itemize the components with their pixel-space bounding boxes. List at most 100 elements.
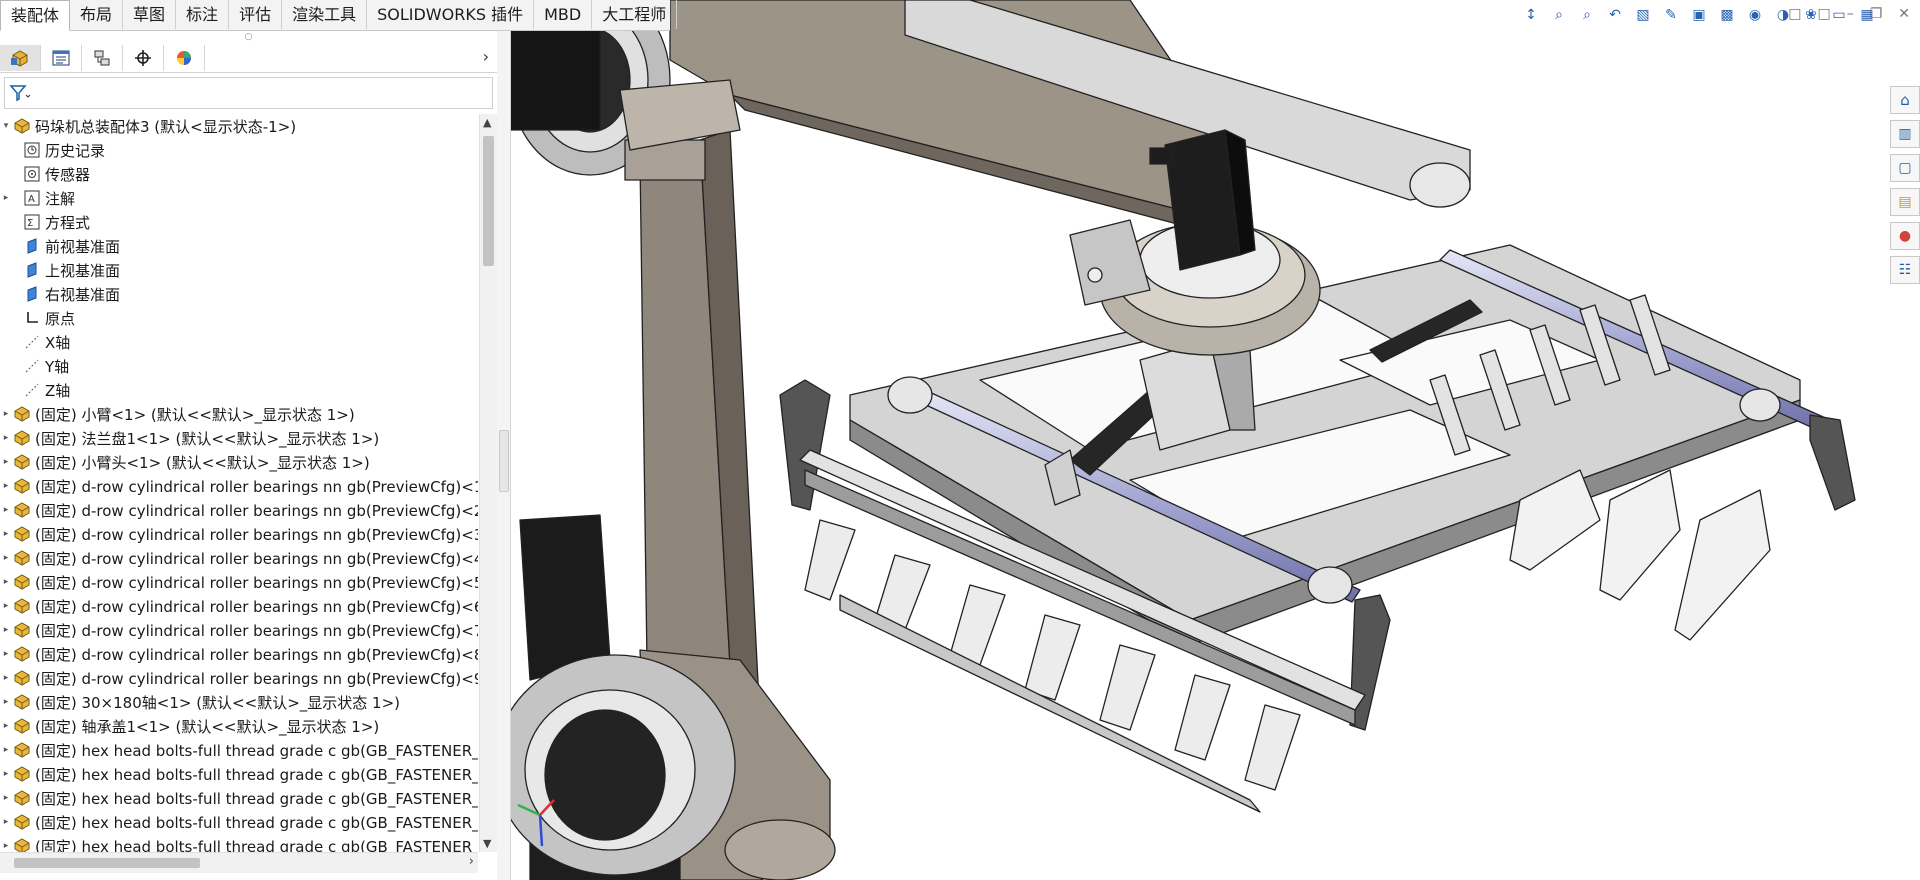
- expand-arrow-icon[interactable]: ▸: [0, 481, 12, 491]
- view-orientation-icon[interactable]: ↕: [1520, 4, 1542, 26]
- tree-item[interactable]: ▸ (固定) d-row cylindrical roller bearings …: [0, 642, 478, 666]
- tree-item[interactable]: ▸ A 注解: [0, 186, 478, 210]
- ribbon-tab-7[interactable]: MBD: [534, 0, 593, 29]
- ribbon-tab-6[interactable]: SOLIDWORKS 插件: [367, 0, 535, 29]
- front-tine[interactable]: [804, 519, 856, 601]
- splitter-handle[interactable]: [499, 430, 509, 492]
- tree-item[interactable]: 原点: [0, 306, 478, 330]
- tree-item[interactable]: ▸ (固定) 小臂<1> (默认<<默认>_显示状态 1>): [0, 402, 478, 426]
- expand-arrow-icon[interactable]: ▸: [0, 601, 12, 611]
- expand-arrow-icon[interactable]: ▸: [0, 745, 12, 755]
- display-manager-tab[interactable]: [164, 45, 205, 71]
- tree-item[interactable]: ▸ (固定) hex head bolts-full thread grade c…: [0, 786, 478, 810]
- tree-item[interactable]: ▸ (固定) d-row cylindrical roller bearings …: [0, 570, 478, 594]
- expand-arrow-icon[interactable]: ▸: [0, 673, 12, 683]
- property-manager-tab[interactable]: [41, 45, 82, 71]
- front-tine[interactable]: [1024, 614, 1081, 701]
- dimxpert-tab[interactable]: [123, 45, 164, 71]
- expand-arrow-icon[interactable]: ▸: [0, 505, 12, 515]
- scroll-up-icon[interactable]: ▲: [483, 116, 491, 129]
- expand-arrow-icon[interactable]: ▸: [0, 409, 12, 419]
- ribbon-tab-0[interactable]: 装配体: [0, 0, 71, 31]
- custom-properties-tab[interactable]: ☷: [1890, 256, 1920, 284]
- resources-tab[interactable]: ⌂: [1890, 86, 1920, 114]
- ribbon-tab-4[interactable]: 评估: [229, 0, 283, 29]
- right-clamp-bracket[interactable]: [1349, 594, 1391, 731]
- tree-horizontal-scrollbar[interactable]: ›: [0, 852, 478, 873]
- tree-item[interactable]: ▸ (固定) hex head bolts-full thread grade c…: [0, 810, 478, 834]
- tree-vertical-scrollbar[interactable]: ▲ ▼: [479, 114, 497, 852]
- tree-item[interactable]: 上视基准面: [0, 258, 478, 282]
- dynamic-annotation-icon[interactable]: ✎: [1660, 4, 1682, 26]
- expand-arrow-icon[interactable]: ▸: [0, 529, 12, 539]
- tree-item[interactable]: ▸ (固定) d-row cylindrical roller bearings …: [0, 522, 478, 546]
- tree-item[interactable]: 历史记录: [0, 138, 478, 162]
- display-style-icon[interactable]: ▩: [1716, 4, 1738, 26]
- hide-show-icon[interactable]: ◉: [1744, 4, 1766, 26]
- tile-right-icon[interactable]: □: [1817, 6, 1830, 22]
- tree-item[interactable]: ▸ (固定) 法兰盘1<1> (默认<<默认>_显示状态 1>): [0, 426, 478, 450]
- panel-tabs-more-chevron-icon[interactable]: ›: [483, 47, 489, 66]
- ribbon-tab-5[interactable]: 渲染工具: [282, 0, 368, 29]
- tree-item[interactable]: Σ 方程式: [0, 210, 478, 234]
- restore-icon[interactable]: ❐: [1870, 6, 1883, 22]
- tree-item[interactable]: ▸ (固定) hex head bolts-full thread grade c…: [0, 738, 478, 762]
- minimize-icon[interactable]: –: [1847, 6, 1854, 22]
- tree-item[interactable]: 前视基准面: [0, 234, 478, 258]
- expand-arrow-icon[interactable]: ▸: [0, 577, 12, 587]
- front-tine[interactable]: [1099, 644, 1156, 731]
- ribbon-tab-3[interactable]: 标注: [176, 0, 230, 29]
- feature-manager-tab[interactable]: [0, 45, 41, 71]
- close-icon[interactable]: ✕: [1898, 6, 1910, 22]
- expand-arrow-icon[interactable]: ▸: [0, 769, 12, 779]
- view-palette-tab[interactable]: ▤: [1890, 188, 1920, 216]
- expand-arrow-icon[interactable]: ▸: [0, 649, 12, 659]
- root-collapse-icon[interactable]: ▾: [0, 121, 12, 131]
- vertical-scroll-thumb[interactable]: [483, 136, 494, 266]
- appearances-tab[interactable]: ●: [1890, 222, 1920, 250]
- tree-item[interactable]: ▸ (固定) 小臂头<1> (默认<<默认>_显示状态 1>): [0, 450, 478, 474]
- panel-splitter[interactable]: [497, 30, 511, 880]
- expand-arrow-icon[interactable]: ▸: [0, 433, 12, 443]
- tree-item[interactable]: Y轴: [0, 354, 478, 378]
- expand-arrow-icon[interactable]: ▸: [0, 817, 12, 827]
- tree-item[interactable]: ▸ (固定) hex head bolts-full thread grade c…: [0, 762, 478, 786]
- tree-item[interactable]: ▸ (固定) d-row cylindrical roller bearings …: [0, 474, 478, 498]
- file-explorer-tab[interactable]: ▢: [1890, 154, 1920, 182]
- front-tine[interactable]: [1244, 704, 1301, 791]
- tree-item[interactable]: ▸ (固定) d-row cylindrical roller bearings …: [0, 618, 478, 642]
- horizontal-scroll-thumb[interactable]: [14, 858, 200, 868]
- ribbon-tab-1[interactable]: 布局: [70, 0, 124, 29]
- design-library-tab[interactable]: ▥: [1890, 120, 1920, 148]
- tree-item[interactable]: 传感器: [0, 162, 478, 186]
- tile-left-icon[interactable]: □: [1788, 6, 1801, 22]
- ribbon-tab-8[interactable]: 大工程师: [592, 0, 678, 29]
- tree-item[interactable]: ▸ (固定) d-row cylindrical roller bearings …: [0, 498, 478, 522]
- previous-view-icon[interactable]: ↶: [1604, 4, 1626, 26]
- side-tine[interactable]: [1674, 489, 1771, 641]
- tree-item[interactable]: ▸ (固定) 轴承盖1<1> (默认<<默认>_显示状态 1>): [0, 714, 478, 738]
- scroll-right-icon[interactable]: ›: [469, 854, 474, 869]
- expand-arrow-icon[interactable]: ▸: [0, 793, 12, 803]
- panel-grip[interactable]: ○: [0, 30, 497, 44]
- tree-item[interactable]: 右视基准面: [0, 282, 478, 306]
- section-view-icon[interactable]: ▧: [1632, 4, 1654, 26]
- tree-item[interactable]: ▸ (固定) d-row cylindrical roller bearings …: [0, 546, 478, 570]
- expand-arrow-icon[interactable]: ▸: [0, 193, 12, 203]
- tree-item[interactable]: ▸ (固定) d-row cylindrical roller bearings …: [0, 666, 478, 690]
- graphics-viewport[interactable]: ↕ ⌕ ⌕ ↶ ▧ ✎ ▣ ▩ ◉ ◑ ❀ ▭ ▦ □ □ – ❐ ✕ ⌂ ▥ …: [510, 0, 1920, 880]
- zoom-to-fit-icon[interactable]: ⌕: [1548, 4, 1570, 26]
- tree-root[interactable]: ▾ 码垛机总装配体3 (默认<显示状态-1>): [0, 114, 478, 138]
- front-tine[interactable]: [949, 584, 1006, 666]
- tree-item[interactable]: X轴: [0, 330, 478, 354]
- expand-arrow-icon[interactable]: ▸: [0, 457, 12, 467]
- scroll-down-icon[interactable]: ▼: [483, 837, 491, 850]
- tree-item[interactable]: ▸ (固定) d-row cylindrical roller bearings …: [0, 594, 478, 618]
- expand-arrow-icon[interactable]: ▸: [0, 553, 12, 563]
- tree-item[interactable]: Z轴: [0, 378, 478, 402]
- expand-arrow-icon[interactable]: ▸: [0, 841, 12, 851]
- ribbon-tab-2[interactable]: 草图: [123, 0, 177, 29]
- expand-arrow-icon[interactable]: ▸: [0, 697, 12, 707]
- lower-motor[interactable]: [519, 514, 611, 681]
- zoom-to-area-icon[interactable]: ⌕: [1576, 4, 1598, 26]
